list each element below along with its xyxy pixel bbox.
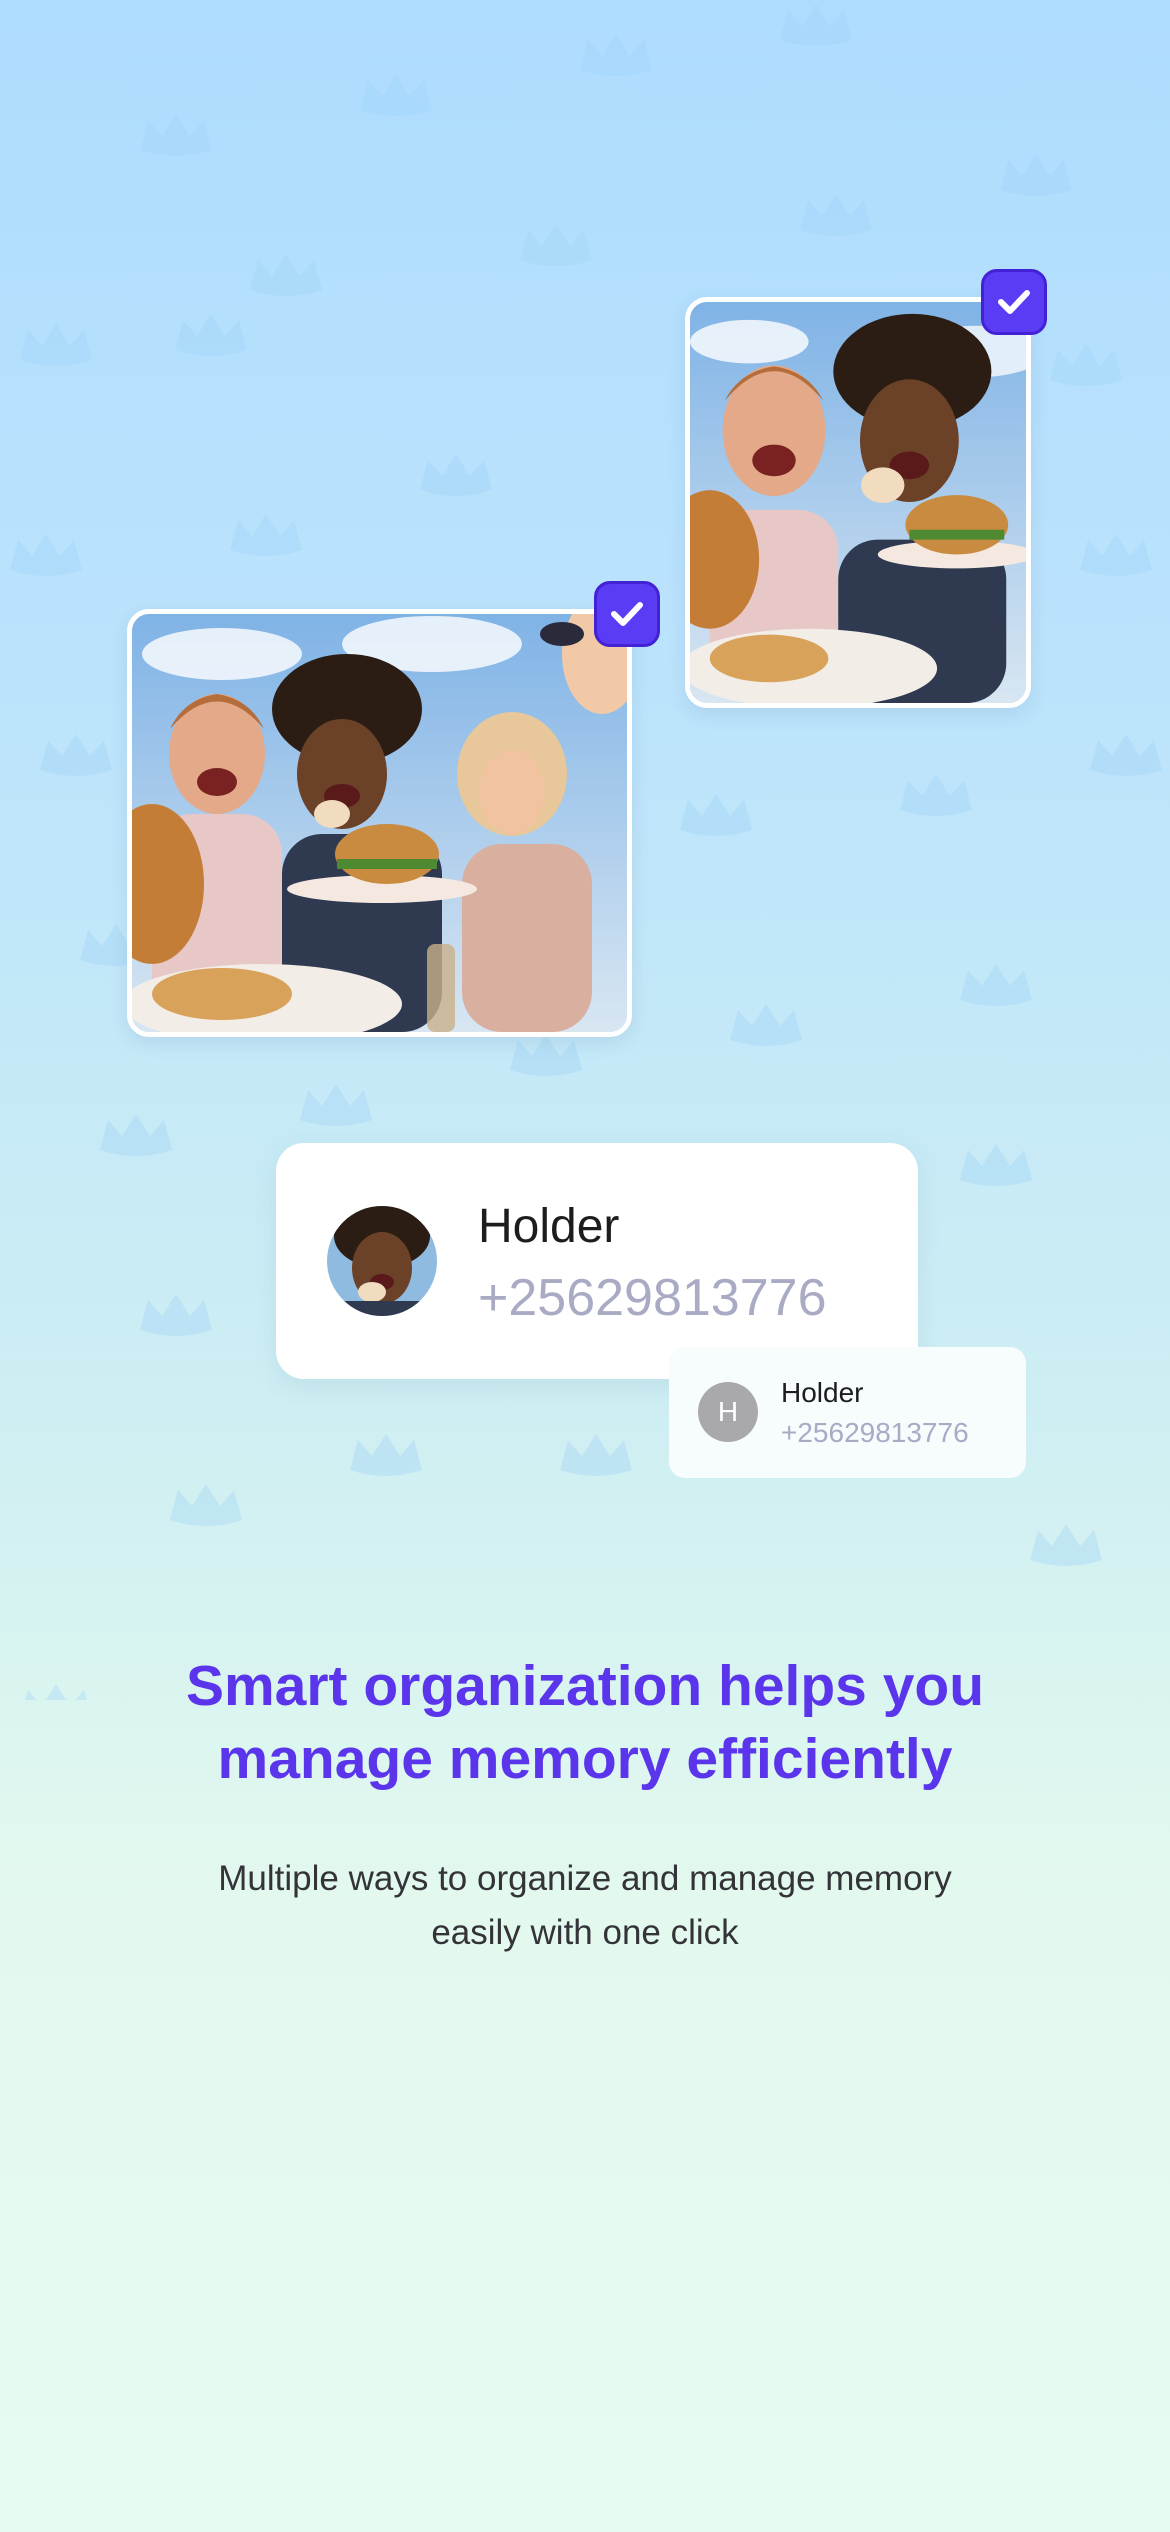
contact-phone: +25629813776: [478, 1269, 827, 1327]
onboarding-title: Smart organization helps you manage memo…: [0, 1650, 1170, 1796]
photo-thumbnail-large[interactable]: [127, 609, 632, 1037]
contact-card-mini[interactable]: H Holder +25629813776: [669, 1347, 1026, 1478]
contact-card[interactable]: Holder +25629813776: [276, 1143, 918, 1379]
contact-phone: +25629813776: [781, 1417, 969, 1448]
description-line-1: Multiple ways to organize and manage mem…: [218, 1859, 952, 1898]
contact-name: Holder: [781, 1377, 864, 1408]
contact-name: Holder: [478, 1200, 620, 1253]
photo-image: [690, 302, 1026, 703]
photo-image: [132, 614, 627, 1032]
selected-check-badge[interactable]: [981, 269, 1047, 335]
title-line-2: manage memory efficiently: [217, 1727, 953, 1791]
contact-avatar: [327, 1206, 437, 1316]
title-line-1: Smart organization helps you: [185, 1654, 985, 1718]
onboarding-description: Multiple ways to organize and manage mem…: [150, 1852, 1020, 1960]
photo-thumbnail-small[interactable]: [685, 297, 1031, 708]
checkmark-icon: [998, 290, 1030, 314]
selected-check-badge[interactable]: [594, 581, 660, 647]
checkmark-icon: [611, 602, 643, 626]
description-line-2: easily with one click: [431, 1913, 739, 1952]
initial-avatar: H: [698, 1382, 758, 1442]
avatar-image: [327, 1206, 437, 1316]
